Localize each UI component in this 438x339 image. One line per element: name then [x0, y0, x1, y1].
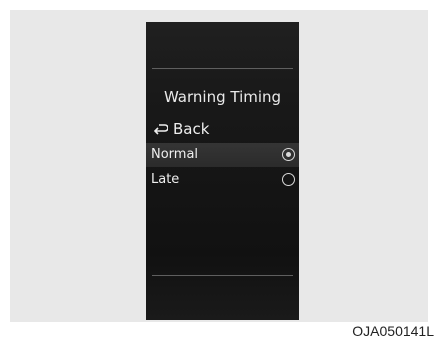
- option-late[interactable]: Late: [146, 168, 299, 192]
- radio-unselected-icon[interactable]: [282, 173, 295, 186]
- back-button[interactable]: Back: [154, 119, 209, 139]
- image-code-caption: OJA050141L: [352, 323, 434, 339]
- display-screen: Warning Timing Back Normal Late: [146, 22, 299, 320]
- menu-title: Warning Timing: [163, 88, 282, 106]
- back-label: Back: [173, 120, 210, 138]
- return-arrow-icon: [154, 124, 168, 135]
- option-late-label: Late: [151, 172, 180, 187]
- option-normal[interactable]: Normal: [146, 143, 299, 167]
- radio-selected-icon[interactable]: [282, 148, 295, 161]
- bottom-divider: [152, 275, 293, 276]
- top-divider: [152, 68, 293, 69]
- radio-dot: [286, 152, 291, 157]
- option-normal-label: Normal: [151, 147, 199, 162]
